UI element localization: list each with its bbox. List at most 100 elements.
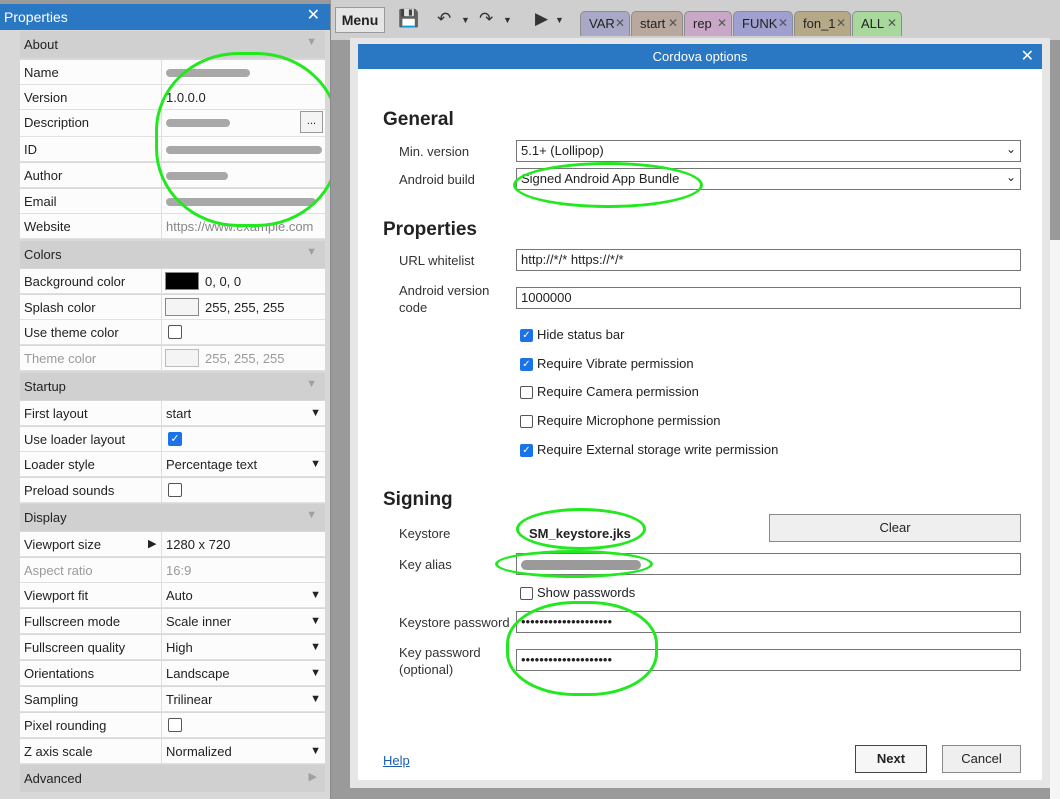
use-loader-checkbox[interactable]: ✓	[168, 432, 182, 446]
expand-icon[interactable]: ▶	[148, 537, 156, 550]
close-icon[interactable]: ✕	[668, 16, 678, 30]
prop-sampling[interactable]: Sampling Trilinear ▼	[20, 687, 325, 712]
url-whitelist-input[interactable]: http://*/* https://*/*	[516, 249, 1021, 271]
close-icon[interactable]: ✕	[615, 16, 625, 30]
show-passwords-checkbox[interactable]: Show passwords	[520, 585, 635, 601]
version-code-input[interactable]: 1000000	[516, 287, 1021, 309]
pixel-rounding-checkbox[interactable]	[168, 718, 182, 732]
close-icon[interactable]: ✕	[307, 7, 320, 25]
microphone-permission-checkbox[interactable]: Require Microphone permission	[520, 413, 721, 429]
chevron-down-icon[interactable]: ▼	[310, 615, 321, 627]
prop-value[interactable]: 1280 x 720	[166, 537, 230, 552]
prop-splash-color[interactable]: Splash color 255, 255, 255	[20, 295, 325, 320]
chevron-down-icon[interactable]: ▼	[461, 15, 470, 25]
prop-fullscreen-quality[interactable]: Fullscreen quality High ▼	[20, 635, 325, 660]
prop-value[interactable]: High	[166, 640, 193, 655]
chevron-down-icon[interactable]: ▼	[310, 667, 321, 679]
checkbox-box[interactable]: ✓	[520, 444, 533, 458]
general-heading: General	[383, 109, 454, 130]
collapse-icon[interactable]: ▼	[306, 378, 317, 390]
tab-var[interactable]: VAR ✕	[580, 11, 630, 36]
collapse-icon[interactable]: ▼	[306, 246, 317, 258]
preload-checkbox[interactable]	[168, 483, 182, 497]
expand-icon[interactable]: ▶	[309, 770, 317, 783]
prop-value[interactable]: start	[166, 406, 191, 421]
section-colors[interactable]: Colors ▼	[20, 241, 325, 268]
cancel-button[interactable]: Cancel	[942, 745, 1021, 773]
prop-value[interactable]: Scale inner	[166, 614, 231, 629]
chevron-down-icon[interactable]: ▼	[310, 458, 321, 470]
prop-use-loader-layout[interactable]: Use loader layout ✓	[20, 427, 325, 452]
help-link[interactable]: Help	[383, 753, 410, 768]
toolbar: Menu 💾 ↶ ▼ ↷ ▼ ▶ ▼ VAR ✕ start ✕ rep ✕ FUNK…	[331, 0, 1060, 40]
close-icon[interactable]: ✕	[778, 16, 788, 30]
next-button[interactable]: Next	[855, 745, 927, 773]
chevron-down-icon[interactable]: ▼	[310, 745, 321, 757]
tab-label: start	[640, 16, 666, 31]
prop-pixel-rounding[interactable]: Pixel rounding	[20, 713, 325, 738]
checkbox-box[interactable]	[520, 386, 533, 400]
checkbox-box[interactable]: ✓	[520, 329, 533, 343]
save-icon[interactable]: 💾	[398, 9, 419, 29]
checkbox-label: Require External storage write permissio…	[537, 442, 779, 457]
close-icon[interactable]: ✕	[836, 16, 846, 30]
min-version-select[interactable]: 5.1+ (Lollipop) ⌄	[516, 140, 1021, 162]
menu-button[interactable]: Menu	[335, 7, 385, 33]
color-swatch	[165, 349, 199, 367]
checkbox-box[interactable]: ✓	[520, 358, 533, 372]
checkbox-box[interactable]	[520, 415, 533, 429]
prop-label: Description	[24, 115, 90, 130]
collapse-icon[interactable]: ▼	[306, 36, 317, 48]
clear-keystore-button[interactable]: Clear	[769, 514, 1021, 542]
tab-funk[interactable]: FUNK ✕	[733, 11, 793, 36]
section-startup[interactable]: Startup ▼	[20, 373, 325, 400]
tab-all[interactable]: ALL ✕	[852, 11, 902, 36]
prop-loader-style[interactable]: Loader style Percentage text ▼	[20, 452, 325, 477]
prop-value[interactable]: Landscape	[166, 666, 230, 681]
undo-icon[interactable]: ↶	[437, 9, 451, 29]
key-password-label: Key password (optional)	[399, 645, 481, 677]
prop-background-color[interactable]: Background color 0, 0, 0	[20, 269, 325, 294]
close-icon[interactable]: ✕	[717, 16, 727, 30]
prop-value[interactable]: Percentage text	[166, 457, 257, 472]
hide-status-bar-checkbox[interactable]: ✓ Hide status bar	[520, 327, 624, 343]
collapse-icon[interactable]: ▼	[306, 509, 317, 521]
use-theme-checkbox[interactable]	[168, 325, 182, 339]
vibrate-permission-checkbox[interactable]: ✓ Require Vibrate permission	[520, 356, 694, 372]
prop-preload-sounds[interactable]: Preload sounds	[20, 478, 325, 503]
checkbox-box[interactable]	[520, 587, 533, 601]
prop-theme-color: Theme color 255, 255, 255	[20, 346, 325, 371]
prop-viewport-size[interactable]: Viewport size ▶ 1280 x 720	[20, 532, 325, 557]
prop-label: Preload sounds	[24, 483, 115, 498]
section-advanced[interactable]: Advanced ▶	[20, 765, 325, 792]
chevron-down-icon[interactable]: ▼	[555, 15, 564, 25]
prop-z-axis-scale[interactable]: Z axis scale Normalized ▼	[20, 739, 325, 764]
chevron-down-icon[interactable]: ▼	[310, 407, 321, 419]
prop-use-theme-color[interactable]: Use theme color	[20, 320, 325, 345]
color-swatch[interactable]	[165, 298, 199, 316]
color-swatch[interactable]	[165, 272, 199, 290]
chevron-down-icon[interactable]: ▼	[310, 589, 321, 601]
tab-fon-1[interactable]: fon_1 ✕	[794, 11, 851, 36]
play-icon[interactable]: ▶	[535, 9, 548, 29]
close-icon[interactable]: ✕	[887, 16, 897, 30]
prop-orientations[interactable]: Orientations Landscape ▼	[20, 661, 325, 686]
prop-label: Aspect ratio	[24, 563, 93, 578]
storage-permission-checkbox[interactable]: ✓ Require External storage write permissi…	[520, 442, 779, 458]
prop-first-layout[interactable]: First layout start ▼	[20, 401, 325, 426]
chevron-down-icon[interactable]: ▼	[310, 641, 321, 653]
prop-label: Fullscreen quality	[24, 640, 126, 655]
tab-start[interactable]: start ✕	[631, 11, 683, 36]
prop-value[interactable]: Trilinear	[166, 692, 212, 707]
section-display[interactable]: Display ▼	[20, 504, 325, 531]
chevron-down-icon[interactable]: ▼	[310, 693, 321, 705]
prop-fullscreen-mode[interactable]: Fullscreen mode Scale inner ▼	[20, 609, 325, 634]
close-icon[interactable]: ✕	[1021, 46, 1034, 66]
redo-icon[interactable]: ↷	[479, 9, 493, 29]
camera-permission-checkbox[interactable]: Require Camera permission	[520, 384, 699, 400]
chevron-down-icon[interactable]: ▼	[503, 15, 512, 25]
prop-value[interactable]: Auto	[166, 588, 193, 603]
prop-viewport-fit[interactable]: Viewport fit Auto ▼	[20, 583, 325, 608]
tab-rep[interactable]: rep ✕	[684, 11, 732, 36]
prop-value[interactable]: Normalized	[166, 744, 232, 759]
